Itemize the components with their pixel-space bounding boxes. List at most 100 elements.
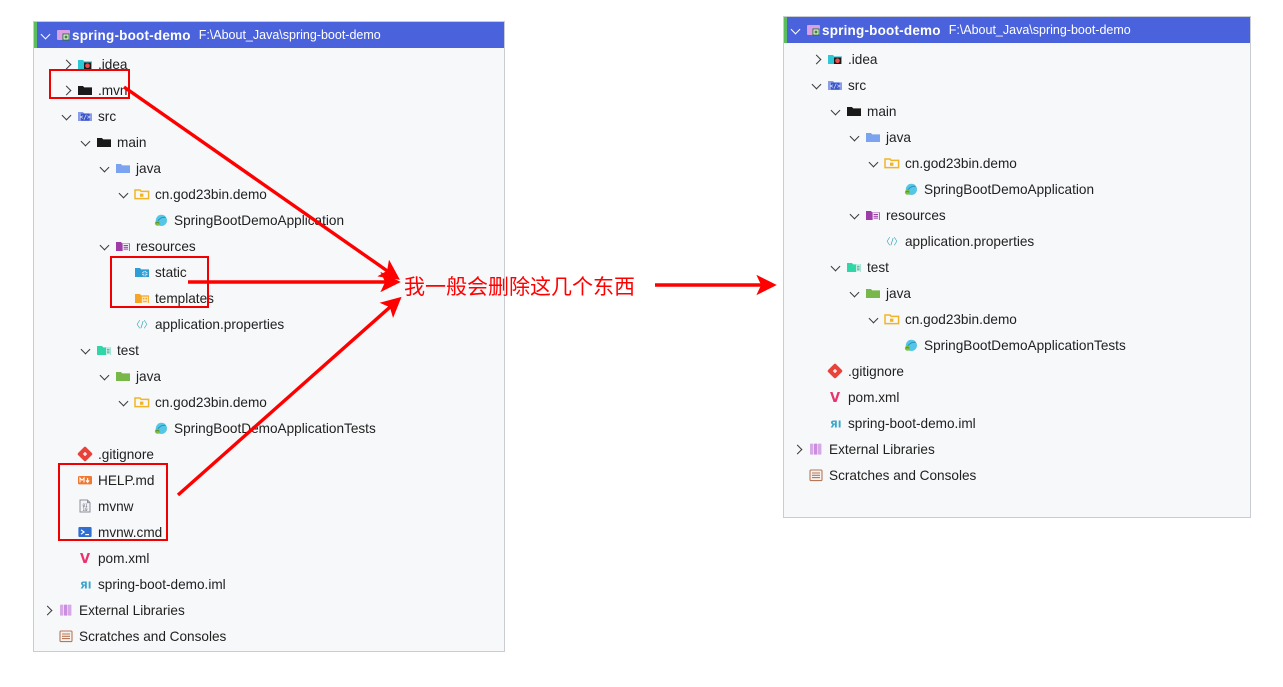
- properties-icon: 〈/〉: [134, 316, 150, 332]
- src-folder-icon: </>: [77, 108, 93, 124]
- tree-row-label: templates: [155, 290, 214, 306]
- tree-row[interactable]: External Libraries: [784, 436, 1250, 462]
- project-name-label: spring-boot-demo: [822, 22, 941, 38]
- tree-row[interactable]: SpringBootDemoApplication: [34, 207, 504, 233]
- tree-row[interactable]: SpringBootDemoApplicationTests: [34, 415, 504, 441]
- svg-text:〈/〉: 〈/〉: [134, 320, 150, 331]
- tree-row[interactable]: 〈/〉 application.properties: [784, 228, 1250, 254]
- chevron-down-icon[interactable]: [811, 79, 824, 92]
- tree-row[interactable]: main: [34, 129, 504, 155]
- tree-row[interactable]: </> src: [34, 103, 504, 129]
- tree-row[interactable]: ЯI spring-boot-demo.iml: [34, 571, 504, 597]
- tree-row[interactable]: 〈/〉 application.properties: [34, 311, 504, 337]
- chevron-down-icon[interactable]: [99, 370, 112, 383]
- chevron-right-icon[interactable]: [61, 84, 74, 97]
- chevron-down-icon[interactable]: [40, 29, 53, 42]
- tree-row[interactable]: .gitignore: [34, 441, 504, 467]
- chevron-down-icon[interactable]: [830, 105, 843, 118]
- tree-right: .idea </> src main java cn.god23bin.demo Sprin…: [784, 43, 1250, 488]
- chevron-placeholder: [42, 630, 55, 643]
- scratches-icon: [58, 628, 74, 644]
- tree-row-label: src: [98, 108, 117, 124]
- chevron-down-icon[interactable]: [849, 287, 862, 300]
- iml-icon: ЯI: [77, 576, 93, 592]
- tree-row[interactable]: 01 10 mvnw: [34, 493, 504, 519]
- chevron-down-icon[interactable]: [868, 313, 881, 326]
- project-header-right[interactable]: spring-boot-demo F:\About_Java\spring-bo…: [784, 17, 1250, 43]
- chevron-placeholder: [61, 474, 74, 487]
- chevron-placeholder: [137, 422, 150, 435]
- chevron-placeholder: [137, 214, 150, 227]
- tree-row[interactable]: .idea: [34, 51, 504, 77]
- tree-row[interactable]: main: [784, 98, 1250, 124]
- tree-row[interactable]: resources: [34, 233, 504, 259]
- module-icon: [806, 22, 822, 38]
- project-header-left[interactable]: spring-boot-demo F:\About_Java\spring-bo…: [34, 22, 504, 48]
- chevron-placeholder: [118, 292, 131, 305]
- chevron-down-icon[interactable]: [61, 110, 74, 123]
- chevron-placeholder: [61, 526, 74, 539]
- tree-row-label: resources: [886, 207, 946, 223]
- chevron-down-icon[interactable]: [849, 131, 862, 144]
- chevron-right-icon[interactable]: [811, 53, 824, 66]
- tree-row[interactable]: HELP.md: [34, 467, 504, 493]
- chevron-placeholder: [811, 417, 824, 430]
- tree-row[interactable]: .gitignore: [784, 358, 1250, 384]
- tree-row[interactable]: mvnw.cmd: [34, 519, 504, 545]
- tree-row[interactable]: java: [784, 124, 1250, 150]
- tree-row[interactable]: Scratches and Consoles: [784, 462, 1250, 488]
- maven-icon: V: [77, 550, 93, 566]
- tree-row[interactable]: External Libraries: [34, 597, 504, 623]
- svg-text:10: 10: [82, 507, 88, 512]
- tree-row[interactable]: test: [34, 337, 504, 363]
- chevron-right-icon[interactable]: [792, 443, 805, 456]
- tree-row[interactable]: test: [784, 254, 1250, 280]
- binary-file-icon: 01 10: [77, 498, 93, 514]
- chevron-down-icon[interactable]: [868, 157, 881, 170]
- chevron-down-icon[interactable]: [118, 188, 131, 201]
- chevron-down-icon[interactable]: [80, 136, 93, 149]
- tree-row[interactable]: java: [784, 280, 1250, 306]
- green-folder-icon: [865, 285, 881, 301]
- tree-row[interactable]: java: [34, 363, 504, 389]
- blue-folder-icon: [115, 160, 131, 176]
- chevron-down-icon[interactable]: [99, 240, 112, 253]
- tree-row[interactable]: Scratches and Consoles: [34, 623, 504, 649]
- tree-row[interactable]: .idea: [784, 46, 1250, 72]
- tree-row[interactable]: cn.god23bin.demo: [34, 181, 504, 207]
- maven-icon: V: [827, 389, 843, 405]
- tree-row[interactable]: ЯI spring-boot-demo.iml: [784, 410, 1250, 436]
- tree-row[interactable]: </> src: [784, 72, 1250, 98]
- project-path-label: F:\About_Java\spring-boot-demo: [948, 23, 1131, 37]
- svg-text:ЯI: ЯI: [830, 419, 841, 430]
- chevron-down-icon[interactable]: [80, 344, 93, 357]
- tree-row-label: cn.god23bin.demo: [905, 311, 1017, 327]
- chevron-down-icon[interactable]: [849, 209, 862, 222]
- tree-row-label: pom.xml: [98, 550, 150, 566]
- chevron-placeholder: [792, 469, 805, 482]
- tree-row-label: mvnw.cmd: [98, 524, 163, 540]
- chevron-down-icon[interactable]: [830, 261, 843, 274]
- tree-row-label: SpringBootDemoApplication: [924, 181, 1095, 197]
- black-folder-icon: [77, 82, 93, 98]
- spring-class-icon: [903, 181, 919, 197]
- svg-text:V: V: [830, 391, 840, 405]
- tree-row[interactable]: Vpom.xml: [784, 384, 1250, 410]
- tree-row[interactable]: cn.god23bin.demo: [34, 389, 504, 415]
- chevron-right-icon[interactable]: [42, 604, 55, 617]
- tree-row[interactable]: .mvn: [34, 77, 504, 103]
- chevron-right-icon[interactable]: [61, 58, 74, 71]
- tree-row[interactable]: Vpom.xml: [34, 545, 504, 571]
- tree-row[interactable]: java: [34, 155, 504, 181]
- chevron-down-icon[interactable]: [99, 162, 112, 175]
- chevron-down-icon[interactable]: [790, 24, 803, 37]
- tree-row-label: main: [867, 103, 897, 119]
- tree-row[interactable]: cn.god23bin.demo: [784, 306, 1250, 332]
- tree-row[interactable]: cn.god23bin.demo: [784, 150, 1250, 176]
- tree-row[interactable]: resources: [784, 202, 1250, 228]
- tree-row[interactable]: SpringBootDemoApplicationTests: [784, 332, 1250, 358]
- tree-row[interactable]: SpringBootDemoApplication: [784, 176, 1250, 202]
- git-icon: [77, 446, 93, 462]
- chevron-down-icon[interactable]: [118, 396, 131, 409]
- project-path-label: F:\About_Java\spring-boot-demo: [198, 28, 381, 42]
